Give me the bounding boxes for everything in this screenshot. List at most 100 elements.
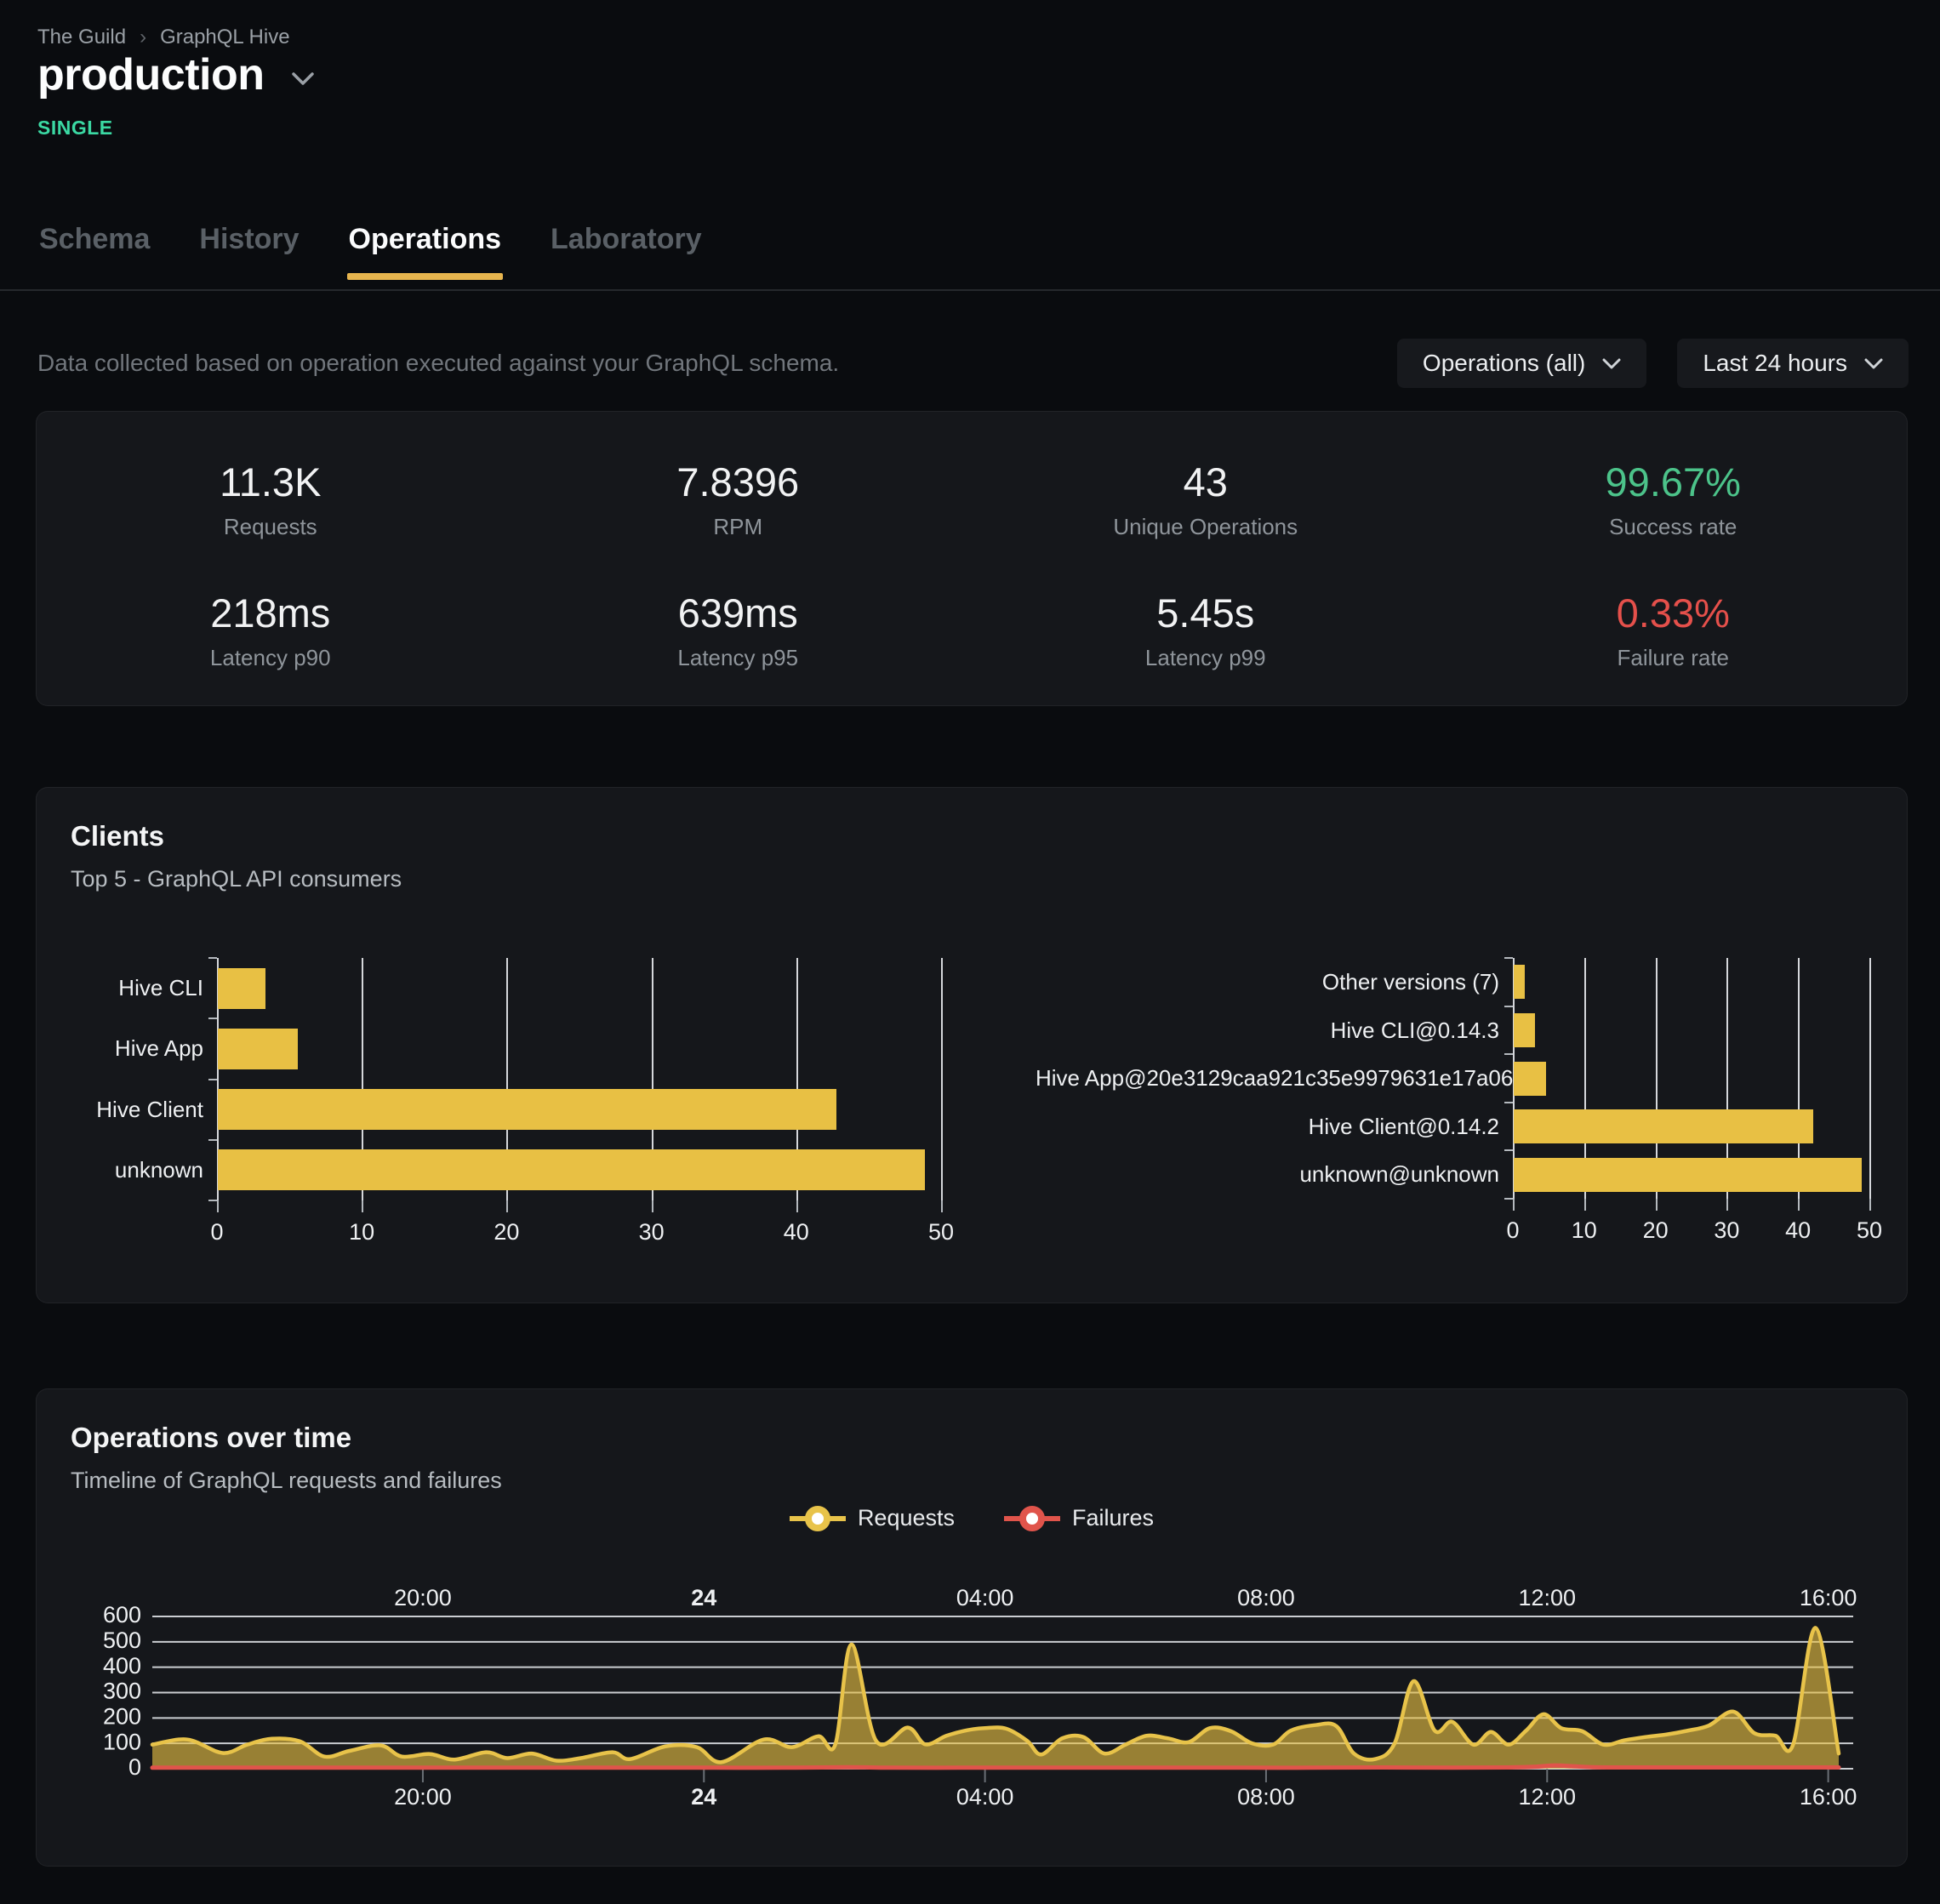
stat-label: Requests [224, 516, 317, 538]
bar-label: Hive CLI [71, 958, 203, 1018]
tab-history[interactable]: History [197, 223, 300, 280]
stat-value: 5.45s [1156, 593, 1254, 633]
x-axis-tick-label-top: 20:00 [394, 1585, 452, 1610]
target-type-badge: SINGLE [37, 117, 113, 140]
x-axis-tick-label-top: 12:00 [1518, 1585, 1576, 1610]
y-axis-tick-label: 0 [128, 1754, 141, 1780]
axis-tick [941, 1200, 943, 1212]
chevron-down-icon [1864, 358, 1883, 369]
stat-value: 0.33% [1617, 593, 1730, 633]
axis-tick [1869, 1199, 1871, 1211]
operations-description: Data collected based on operation execut… [37, 339, 839, 388]
time-range-label: Last 24 hours [1703, 350, 1847, 377]
tab-schema[interactable]: Schema [37, 223, 151, 280]
graphql-hive-operations-page: The Guild › GraphQL Hive production SING… [0, 0, 1940, 1904]
stat-label: Latency p95 [677, 647, 798, 669]
axis-tick [1504, 1198, 1513, 1200]
x-axis-tick-label-top: 24 [691, 1585, 716, 1610]
stat-label: Unique Operations [1113, 516, 1298, 538]
bar [1514, 965, 1525, 999]
stat-value: 7.8396 [676, 462, 799, 502]
axis-tick [362, 1200, 363, 1212]
operations-filter-dropdown[interactable]: Operations (all) [1397, 339, 1646, 388]
bar-label: Other versions (7) [1036, 958, 1499, 1006]
axis-tick-label: 40 [784, 1219, 809, 1246]
breadcrumb-org-link[interactable]: The Guild [37, 26, 126, 49]
stat-value: 11.3K [220, 462, 321, 502]
bar [218, 968, 265, 1009]
axis-tick-label: 50 [928, 1219, 954, 1246]
axis-tick [208, 1079, 217, 1080]
failures-line [152, 1765, 1839, 1768]
axis-tick [652, 1200, 653, 1212]
requests-failures-timeline-chart: 010020030040050060020:0020:00242404:0004… [37, 1389, 1909, 1867]
axis-tick [1504, 957, 1513, 959]
stat-latency-p90: 218ms Latency p90 [37, 566, 505, 698]
chevron-down-icon[interactable] [292, 72, 314, 86]
y-axis-tick-label: 300 [103, 1679, 141, 1704]
axis-tick [1504, 1102, 1513, 1103]
operations-over-time-card: Operations over time Timeline of GraphQL… [36, 1388, 1908, 1867]
axis-tick [1584, 1199, 1586, 1211]
x-axis-tick-label-top: 16:00 [1800, 1585, 1857, 1610]
grid-line [941, 958, 943, 1200]
y-axis-tick-label: 500 [103, 1628, 141, 1653]
bar [218, 1089, 836, 1130]
axis-tick-label: 20 [1643, 1217, 1669, 1244]
bar-label: Hive Client@0.14.2 [1036, 1103, 1499, 1151]
time-range-dropdown[interactable]: Last 24 hours [1677, 339, 1909, 388]
axis-tick-label: 30 [1714, 1217, 1739, 1244]
stat-latency-p99: 5.45s Latency p99 [972, 566, 1440, 698]
axis-tick-label: 0 [210, 1219, 223, 1246]
stat-unique-operations: 43 Unique Operations [972, 434, 1440, 566]
x-axis-tick-label-top: 04:00 [956, 1585, 1014, 1610]
axis-tick-label: 20 [494, 1219, 519, 1246]
breadcrumb-separator-icon: › [140, 26, 146, 49]
stat-label: Failure rate [1618, 647, 1730, 669]
bar-label: unknown [71, 1140, 203, 1200]
axis-tick [1504, 1149, 1513, 1151]
clients-card-subtitle: Top 5 - GraphQL API consumers [71, 866, 402, 892]
axis-tick-label: 40 [1785, 1217, 1811, 1244]
stat-value: 639ms [678, 593, 798, 633]
x-axis-tick-label-bottom: 04:00 [956, 1784, 1014, 1810]
y-axis-tick-label: 100 [103, 1729, 141, 1754]
y-axis-tick-label: 200 [103, 1703, 141, 1729]
axis-tick [208, 1139, 217, 1141]
bar-label: Hive App [71, 1018, 203, 1079]
x-axis-tick-label-top: 08:00 [1237, 1585, 1295, 1610]
stat-requests: 11.3K Requests [37, 434, 505, 566]
axis-tick [1513, 1199, 1515, 1211]
tab-operations[interactable]: Operations [347, 223, 503, 280]
breadcrumb: The Guild › GraphQL Hive [37, 26, 290, 49]
breadcrumb-project-link[interactable]: GraphQL Hive [160, 26, 290, 49]
axis-tick [796, 1200, 798, 1212]
x-axis-tick-label-bottom: 08:00 [1237, 1784, 1295, 1810]
tab-laboratory[interactable]: Laboratory [549, 223, 704, 280]
stat-value: 43 [1184, 462, 1228, 502]
axis-tick [1726, 1199, 1728, 1211]
tab-bar-divider [0, 289, 1940, 291]
axis-tick-label: 10 [349, 1219, 374, 1246]
bar-label: Hive App@20e3129caa921c35e9979631e17a067… [1036, 1054, 1499, 1103]
x-axis-tick-label-bottom: 12:00 [1518, 1784, 1576, 1810]
target-title-row: production [37, 49, 314, 100]
bar-label: Hive CLI@0.14.3 [1036, 1006, 1499, 1055]
axis-tick [1504, 1006, 1513, 1007]
bar [218, 1149, 925, 1190]
axis-tick [208, 1200, 217, 1201]
axis-tick [208, 1018, 217, 1019]
filters: Operations (all) Last 24 hours [1397, 339, 1909, 388]
axis-tick [506, 1200, 508, 1212]
clients-card-title: Clients [71, 820, 164, 852]
x-axis-tick-label-bottom: 20:00 [394, 1784, 452, 1810]
stat-failure-rate: 0.33% Failure rate [1440, 566, 1908, 698]
stat-label: Success rate [1609, 516, 1737, 538]
bar-label: Hive Client [71, 1080, 203, 1140]
y-axis-tick-label: 600 [103, 1602, 141, 1628]
stats-summary-card: 11.3K Requests 7.8396 RPM 43 Unique Oper… [36, 411, 1908, 706]
bar-label: unknown@unknown [1036, 1150, 1499, 1199]
clients-by-version-chart: 01020304050Other versions (7)Hive CLI@0.… [1036, 958, 1895, 1251]
axis-tick [1504, 1053, 1513, 1055]
y-axis-tick-label: 400 [103, 1653, 141, 1679]
